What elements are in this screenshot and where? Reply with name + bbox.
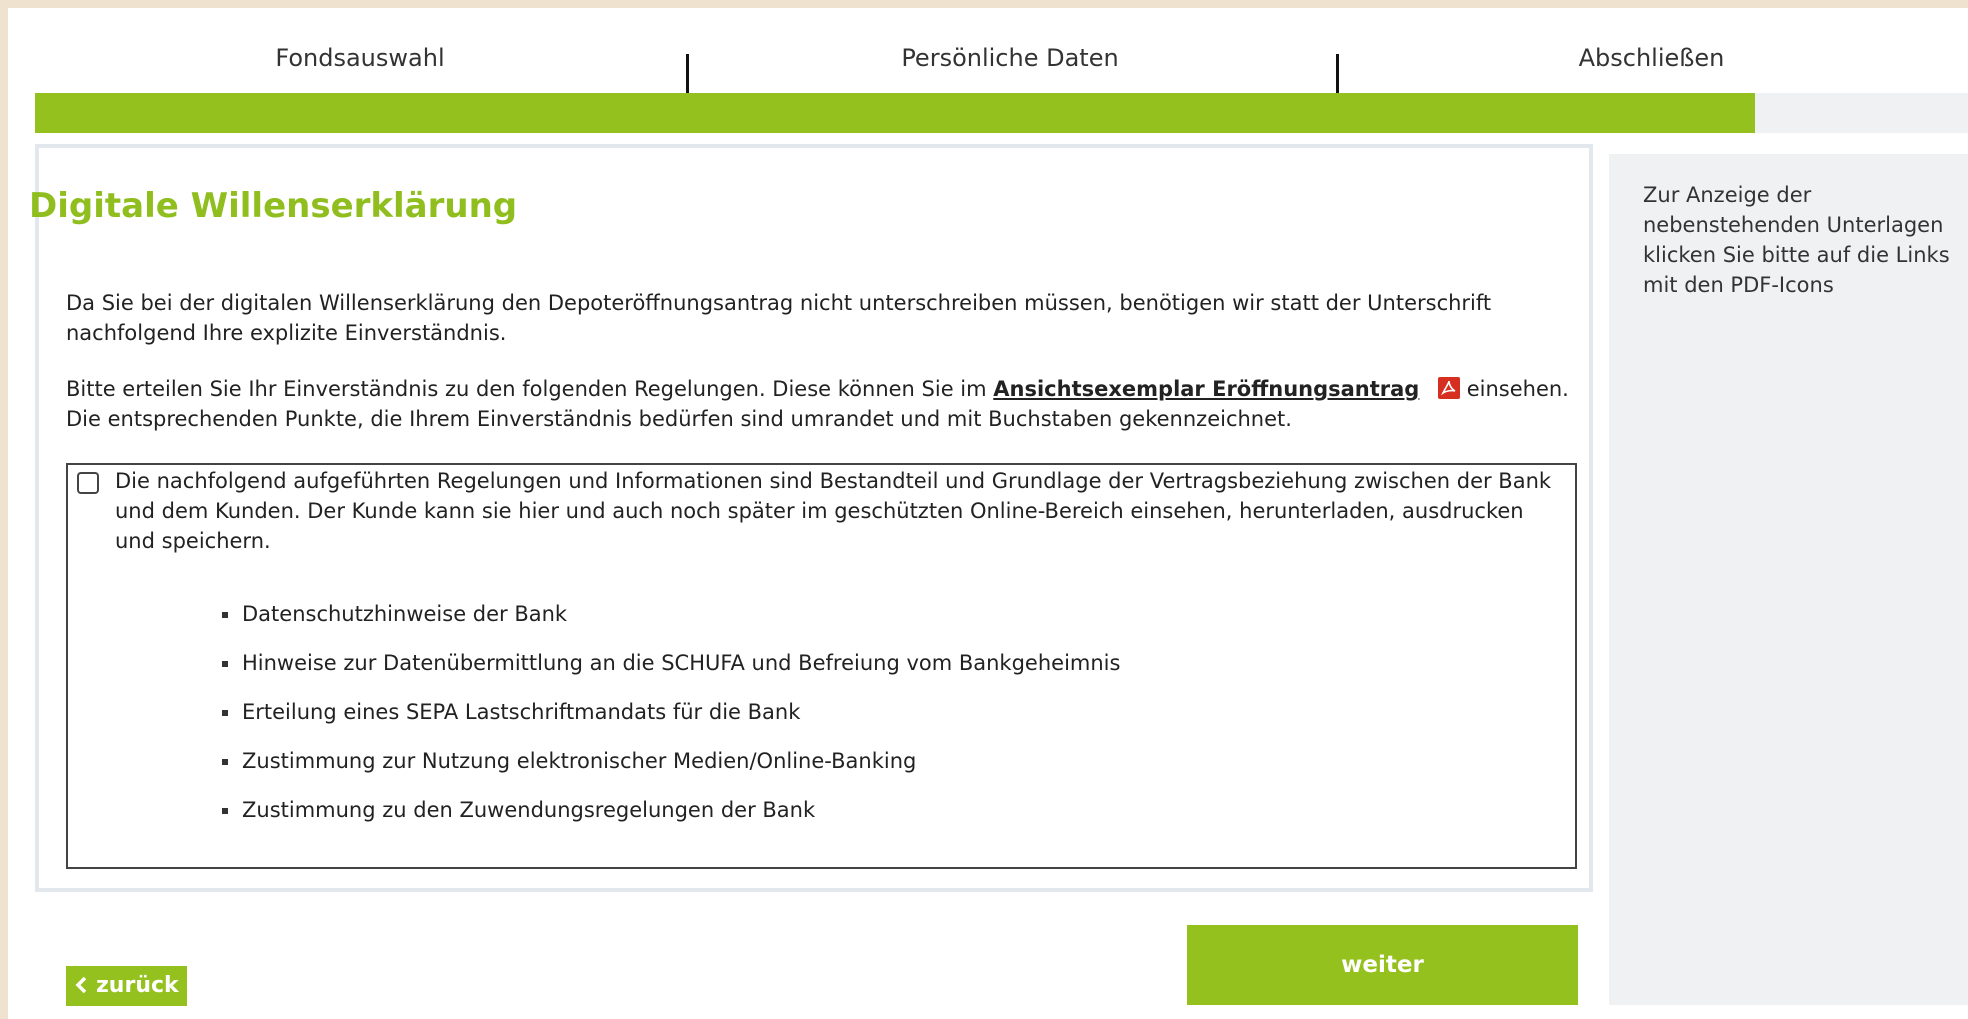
- list-item: Erteilung eines SEPA Lastschriftmandats …: [220, 697, 1120, 746]
- instruction-text: Bitte erteilen Sie Ihr Einverständnis zu…: [66, 374, 1586, 434]
- rule-list: Datenschutzhinweise der Bank Hinweise zu…: [220, 599, 1120, 844]
- sidebar-help-text: Zur Anzeige der nebenstehenden Unterlage…: [1643, 183, 1950, 297]
- step-divider: [686, 54, 689, 94]
- step-persoenliche-daten[interactable]: Persönliche Daten: [685, 40, 1335, 76]
- step-fondsauswahl[interactable]: Fondsauswahl: [35, 40, 685, 76]
- intro-text: Da Sie bei der digitalen Willenserklärun…: [66, 291, 1492, 345]
- instruction-text-before: Bitte erteilen Sie Ihr Einverständnis zu…: [66, 377, 987, 401]
- list-item: Zustimmung zur Nutzung elektronischer Me…: [220, 746, 1120, 795]
- list-item: Zustimmung zu den Zuwendungsregelungen d…: [220, 795, 1120, 844]
- progress-bar-fill: [35, 93, 1756, 133]
- list-item: Datenschutzhinweise der Bank: [220, 599, 1120, 648]
- step-navigation: Fondsauswahl Persönliche Daten Abschließ…: [35, 40, 1968, 94]
- chevron-left-glyph: [75, 976, 87, 994]
- consent-text: Die nachfolgend aufgeführten Regelungen …: [115, 469, 1552, 553]
- back-button[interactable]: zurück: [66, 966, 187, 1006]
- next-button[interactable]: weiter: [1187, 925, 1578, 1005]
- document-link[interactable]: Ansichtsexemplar Eröffnungsantrag: [993, 377, 1419, 401]
- progress-bar: [35, 93, 1968, 133]
- step-abschliessen[interactable]: Abschließen: [1335, 40, 1968, 76]
- consent-checkbox[interactable]: [77, 472, 99, 494]
- step-divider: [1336, 54, 1339, 94]
- back-button-label: zurück: [96, 973, 179, 998]
- page-title: Digitale Willenserklärung: [29, 186, 518, 226]
- chevron-left-icon: [74, 966, 88, 1006]
- pdf-glyph: [1440, 380, 1456, 396]
- list-item: Hinweise zur Datenübermittlung an die SC…: [220, 648, 1120, 697]
- pdf-icon[interactable]: [1438, 377, 1461, 399]
